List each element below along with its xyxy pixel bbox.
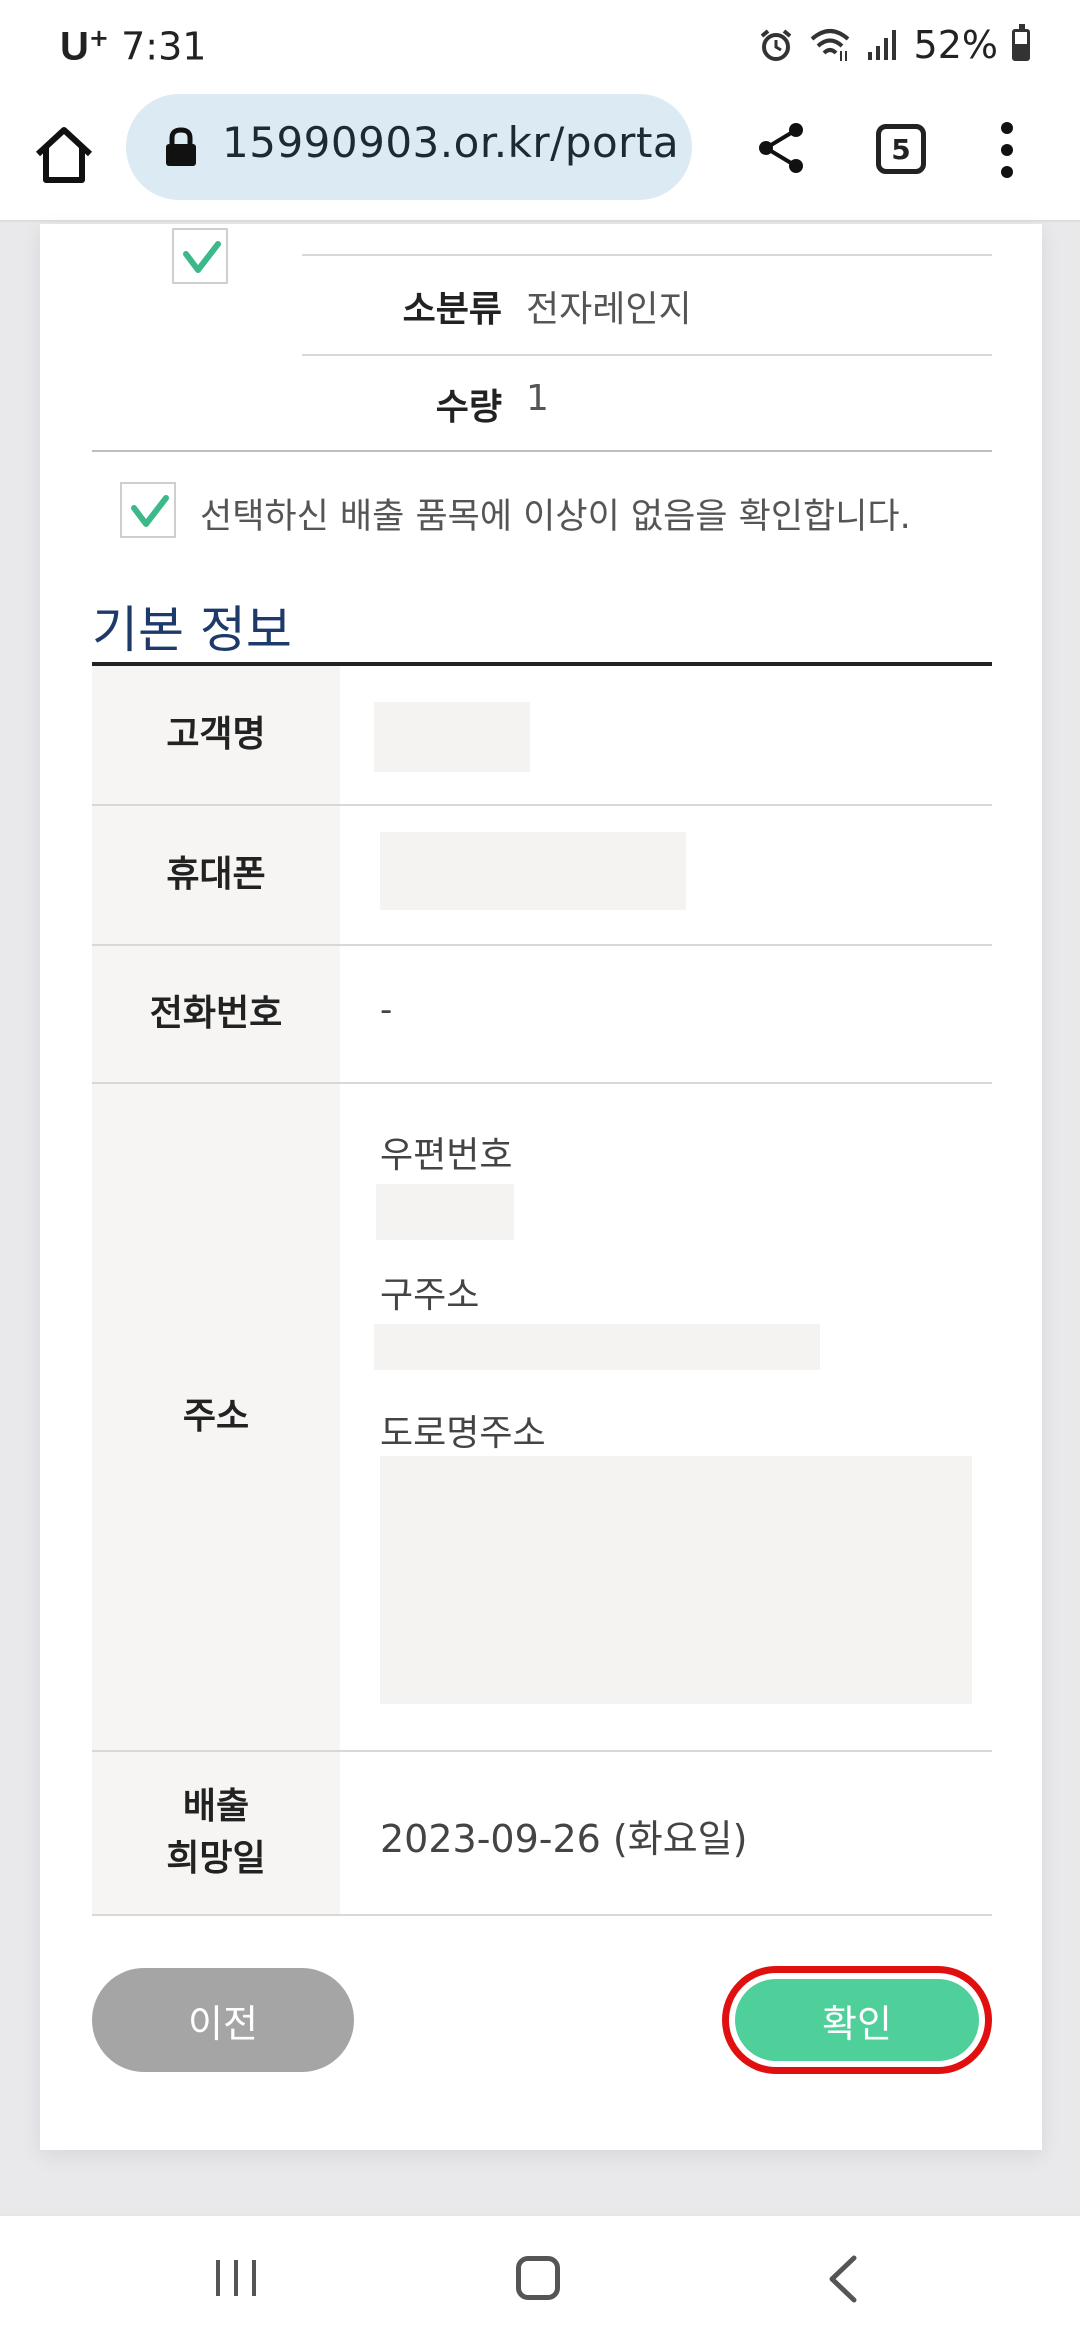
- url-text: 15990903.or.kr/portal: [222, 118, 682, 167]
- table-row-customer-name: 고객명: [92, 666, 992, 806]
- table-row-phone: 전화번호 -: [92, 946, 992, 1084]
- subcategory-label: 소분류: [402, 289, 502, 330]
- item-checkbox[interactable]: [172, 228, 228, 284]
- wifi-icon: [810, 29, 849, 61]
- signal-icon: [867, 30, 896, 60]
- customer-name-label: 고객명: [92, 666, 340, 804]
- postal-code-label: 우편번호: [380, 1135, 513, 1176]
- carrier-time: U+ 7:31: [60, 24, 206, 70]
- confirm-button[interactable]: 확인: [735, 1979, 979, 2061]
- address-bar[interactable]: 15990903.or.kr/portal: [126, 94, 692, 200]
- mobile-value: [340, 806, 992, 944]
- divider: [302, 254, 992, 256]
- battery-icon: [1012, 24, 1030, 61]
- checkmark-icon: [183, 241, 221, 273]
- confirm-checkbox[interactable]: [120, 482, 176, 538]
- disposal-date-label-line1: 배출: [182, 1786, 250, 1827]
- alarm-icon: [760, 29, 791, 61]
- table-row-mobile: 휴대폰: [92, 806, 992, 946]
- confirm-button-highlight: 확인: [722, 1966, 992, 2074]
- system-nav-bar: [0, 2214, 1080, 2340]
- mobile-label: 휴대폰: [92, 806, 340, 944]
- divider: [92, 450, 992, 452]
- recent-apps-icon[interactable]: [212, 2258, 260, 2298]
- table-row-disposal-date: 배출희망일 2023-09-26 (화요일): [92, 1752, 992, 1916]
- home-nav-icon[interactable]: [516, 2256, 560, 2300]
- battery-percent: 52%: [913, 23, 998, 67]
- page-content: 소분류 전자레인지 수량 1 선택하신 배출 품목에 이상이 없음을 확인합니다…: [40, 224, 1042, 2150]
- basic-info-table: 고객명 휴대폰 전화번호 - 주소 우편번호 구주소 도로명주소 배출 희망일 …: [92, 666, 992, 1916]
- section-title: 기본 정보: [92, 601, 292, 659]
- more-menu-icon[interactable]: [1000, 120, 1014, 180]
- redacted-value: [380, 832, 686, 910]
- disposal-date-value: 2023-09-26 (화요일): [380, 1817, 748, 1861]
- prev-button[interactable]: 이전: [92, 1968, 354, 2072]
- divider: [302, 354, 992, 356]
- redacted-road-address: [380, 1456, 972, 1704]
- road-address-label: 도로명주소: [380, 1413, 546, 1454]
- share-icon[interactable]: [752, 118, 812, 178]
- carrier-name: U: [60, 24, 89, 69]
- phone-label: 전화번호: [92, 946, 340, 1082]
- quantity-label: 수량: [435, 387, 502, 428]
- back-icon[interactable]: [822, 2254, 862, 2304]
- tab-count-button[interactable]: 5: [876, 124, 926, 174]
- phone-value: -: [380, 990, 393, 1030]
- address-label: 주소: [92, 1084, 340, 1750]
- redacted-postal-code: [376, 1184, 514, 1240]
- quantity-value: 1: [526, 378, 549, 419]
- lock-icon: [166, 127, 196, 166]
- status-icons: 52%: [758, 22, 1030, 68]
- checkmark-icon: [131, 495, 169, 527]
- status-bar: U+ 7:31 52%: [0, 0, 1080, 90]
- table-row-address: 주소 우편번호 구주소 도로명주소: [92, 1084, 992, 1752]
- status-time: 7:31: [121, 24, 207, 69]
- confirm-checkbox-label[interactable]: 선택하신 배출 품목에 이상이 없음을 확인합니다.: [200, 488, 911, 539]
- browser-toolbar: 15990903.or.kr/portal 5: [0, 90, 1080, 222]
- disposal-date-label: 배출희망일: [92, 1752, 340, 1914]
- carrier-sup: +: [88, 24, 109, 52]
- old-address-label: 구주소: [380, 1275, 480, 1316]
- redacted-old-address: [374, 1324, 820, 1370]
- subcategory-value: 전자레인지: [526, 289, 692, 330]
- disposal-date-label-line2: 희망일: [166, 1838, 266, 1879]
- redacted-value: [374, 702, 530, 772]
- home-icon[interactable]: [30, 120, 98, 188]
- customer-name-value: [340, 666, 992, 804]
